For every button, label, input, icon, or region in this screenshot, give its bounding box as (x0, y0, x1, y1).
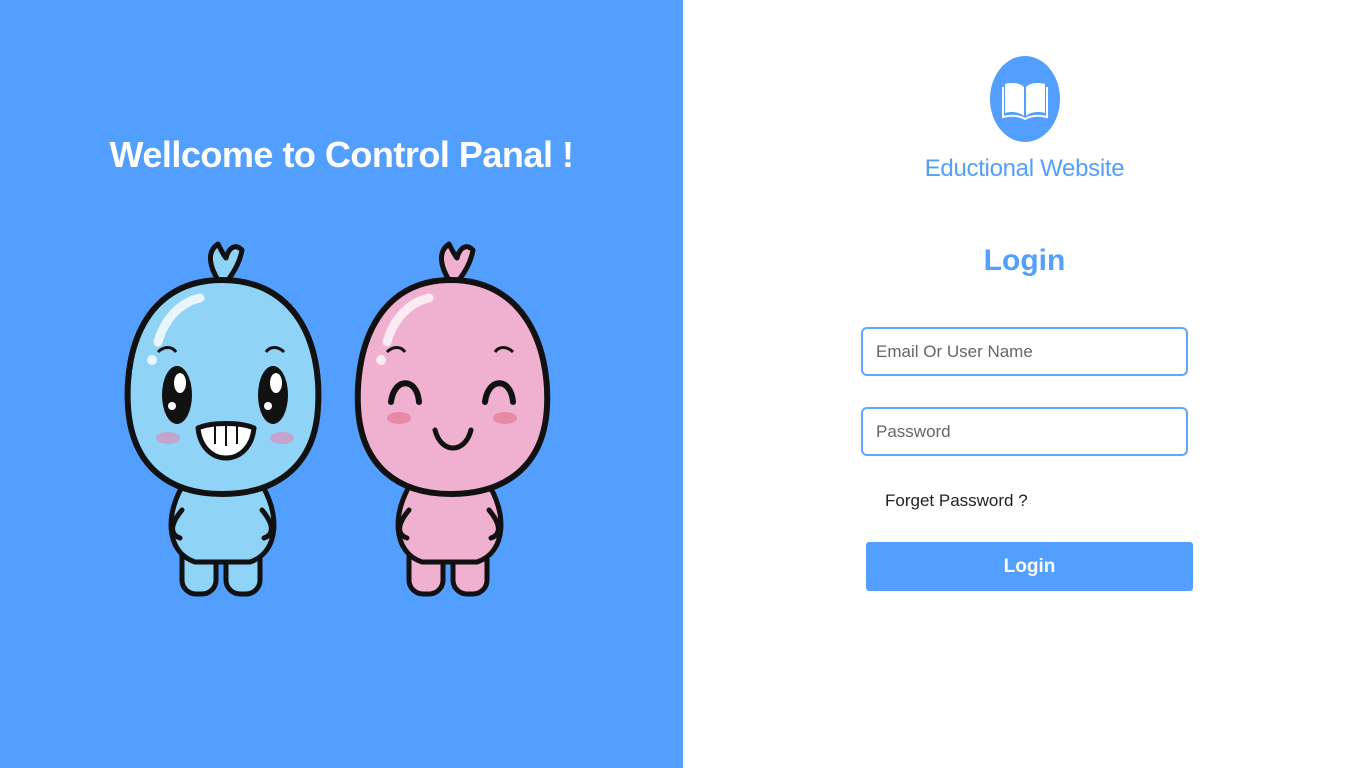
login-page: Wellcome to Control Panal ! Eductional W… (0, 0, 1366, 768)
welcome-title: Wellcome to Control Panal ! (109, 134, 574, 175)
pink-mascot (354, 241, 551, 597)
forgot-password-link[interactable]: Forget Password ? (885, 491, 1028, 511)
login-heading: Login (983, 244, 1066, 277)
password-input[interactable] (861, 407, 1188, 456)
email-input[interactable] (861, 327, 1188, 376)
mascot-illustration (124, 241, 551, 597)
welcome-panel: Wellcome to Control Panal ! (0, 0, 683, 768)
open-book-icon (1002, 83, 1048, 120)
login-button[interactable]: Login (866, 542, 1193, 591)
login-panel: Eductional Website Login Forget Password… (683, 0, 1366, 768)
blue-mascot (124, 241, 322, 597)
brand-name: Eductional Website (924, 155, 1125, 182)
site-logo (990, 56, 1060, 142)
